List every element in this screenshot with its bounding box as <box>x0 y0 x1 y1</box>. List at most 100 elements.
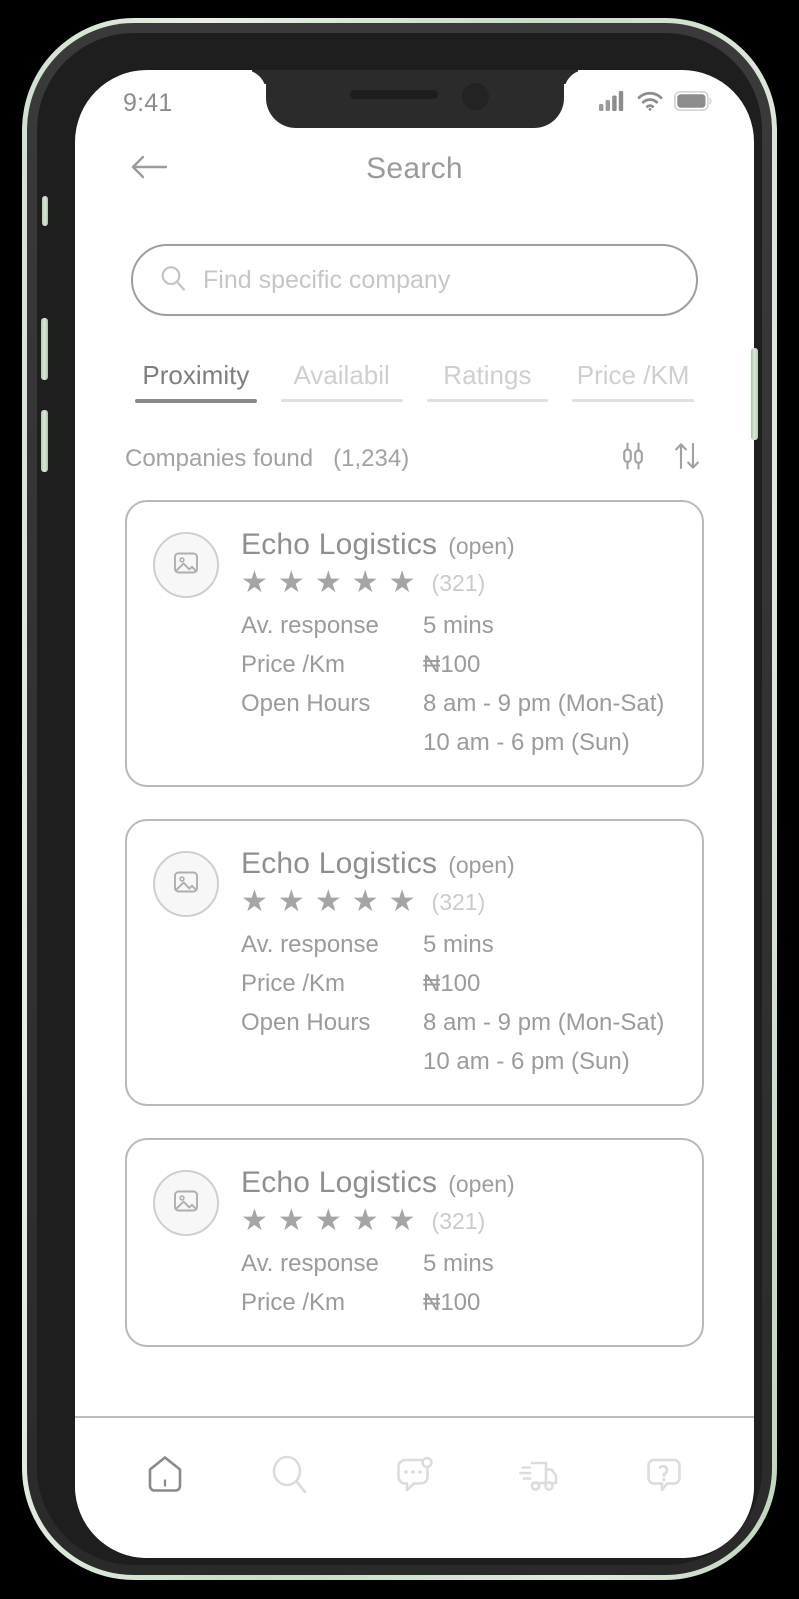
nav-item-search[interactable] <box>255 1442 325 1512</box>
results-actions <box>618 441 702 476</box>
results-summary-row: Companies found (1,234) <box>75 413 754 476</box>
spec-row: Av. response 5 mins <box>241 931 672 959</box>
company-card[interactable]: Echo Logistics (open) ★ ★ ★ ★ ★ (321) Av… <box>125 1138 704 1347</box>
rating-count: (321) <box>431 888 486 915</box>
company-card[interactable]: Echo Logistics (open) ★ ★ ★ ★ ★ (321) Av… <box>125 819 704 1106</box>
spec-value: 5 mins <box>423 931 494 958</box>
spec-value: 8 am - 9 pm (Mon-Sat) <box>423 1009 665 1036</box>
tab-underline <box>426 399 549 402</box>
tab-underline <box>135 399 257 403</box>
results-count-text: Companies found (1,234) <box>125 445 409 473</box>
card-body: Echo Logistics (open) ★ ★ ★ ★ ★ (321) Av… <box>241 1166 672 1317</box>
status-badge: (open) <box>448 852 515 878</box>
tab-ratings-label: Ratings <box>443 360 532 390</box>
company-name: Echo Logistics <box>241 1166 438 1199</box>
spec-row: Open Hours 8 am - 9 pm (Mon-Sat) <box>241 690 672 718</box>
rating-count: (321) <box>431 1207 486 1234</box>
results-found-count: (1,234) <box>333 444 410 472</box>
spec-label: Open Hours <box>241 1009 371 1036</box>
star-icon: ★ <box>314 885 342 918</box>
star-icon: ★ <box>388 1204 416 1237</box>
spec-label: Price /Km <box>241 651 346 678</box>
spec-value: ₦100 <box>423 970 481 997</box>
star-icon: ★ <box>388 885 416 918</box>
avatar <box>153 851 219 917</box>
company-title-row: Echo Logistics (open) <box>241 528 672 562</box>
front-camera <box>461 83 489 110</box>
delivery-truck-icon <box>516 1452 562 1503</box>
company-name: Echo Logistics <box>241 528 438 561</box>
spec-value: ₦100 <box>423 651 481 678</box>
star-icon: ★ <box>351 566 379 599</box>
search-bar[interactable] <box>131 244 698 316</box>
spec-label: Av. response <box>241 1250 379 1277</box>
volume-down-button[interactable] <box>41 410 48 472</box>
nav-item-help[interactable] <box>629 1442 699 1512</box>
rating-row: ★ ★ ★ ★ ★ (321) <box>241 887 672 917</box>
tab-underline <box>280 399 403 402</box>
tab-price-per-km[interactable]: Price /KM <box>560 360 706 413</box>
filter-tabs: Proximity Availabil Ratings Price /KM <box>75 316 754 413</box>
phone-bezel: 9:41 Search Find specific company Proxim… <box>37 33 762 1565</box>
card-header: Echo Logistics (open) ★ ★ ★ ★ ★ (321) Av… <box>153 1166 672 1317</box>
mute-switch[interactable] <box>42 196 48 226</box>
status-badge: (open) <box>448 1171 515 1197</box>
spec-value: 5 mins <box>423 1250 494 1277</box>
company-name: Echo Logistics <box>241 847 438 880</box>
tab-ratings[interactable]: Ratings <box>415 360 561 413</box>
spec-label: Price /Km <box>241 1289 346 1316</box>
avatar <box>153 1170 219 1236</box>
card-body: Echo Logistics (open) ★ ★ ★ ★ ★ (321) Av… <box>241 847 672 1076</box>
spec-row: Open Hours 8 am - 9 pm (Mon-Sat) <box>241 1009 672 1037</box>
rating-count: (321) <box>431 569 486 596</box>
star-icon: ★ <box>314 566 342 599</box>
rating-row: ★ ★ ★ ★ ★ (321) <box>241 568 672 598</box>
company-title-row: Echo Logistics (open) <box>241 847 672 881</box>
image-placeholder-icon <box>171 867 201 902</box>
earpiece-speaker <box>349 90 438 99</box>
phone-frame: 9:41 Search Find specific company Proxim… <box>22 18 777 1580</box>
star-icon: ★ <box>241 566 268 599</box>
tab-underline <box>572 399 694 402</box>
search-icon <box>267 1452 313 1503</box>
spec-row: Av. response 5 mins <box>241 1250 672 1278</box>
power-button[interactable] <box>751 348 758 440</box>
tab-availability[interactable]: Availabil <box>269 360 415 413</box>
tab-proximity[interactable]: Proximity <box>123 360 269 413</box>
star-icon: ★ <box>388 566 416 599</box>
nav-item-chat[interactable] <box>379 1442 449 1512</box>
sort-button[interactable] <box>672 441 702 476</box>
search-section <box>75 206 754 316</box>
filter-button[interactable] <box>618 441 648 476</box>
star-icon: ★ <box>277 1204 305 1237</box>
tab-availability-label: Availabil <box>293 360 390 390</box>
spec-row: Price /Km ₦100 <box>241 651 672 679</box>
star-icon: ★ <box>241 885 268 918</box>
nav-item-home[interactable] <box>130 1442 200 1512</box>
phone-body: 9:41 Search Find specific company Proxim… <box>27 23 772 1575</box>
screenshot-stage: 9:41 Search Find specific company Proxim… <box>0 0 799 1599</box>
spec-row: Price /Km ₦100 <box>241 970 672 998</box>
star-icon: ★ <box>241 1204 268 1237</box>
cellular-signal-icon <box>599 90 626 116</box>
image-placeholder-icon <box>171 1186 201 1221</box>
star-icon: ★ <box>351 1204 379 1237</box>
spec-label: Open Hours <box>241 690 371 717</box>
back-button[interactable] <box>127 147 171 191</box>
nav-item-deliveries[interactable] <box>504 1442 574 1512</box>
company-list: Echo Logistics (open) ★ ★ ★ ★ ★ (321) Av… <box>75 476 754 1347</box>
page-title: Search <box>366 152 463 185</box>
scroll-content[interactable]: Proximity Availabil Ratings <box>75 206 754 1416</box>
chat-bubble-icon <box>391 1452 437 1503</box>
card-body: Echo Logistics (open) ★ ★ ★ ★ ★ (321) Av… <box>241 528 672 757</box>
search-input[interactable] <box>203 265 670 295</box>
phone-screen: 9:41 Search Find specific company Proxim… <box>75 70 754 1558</box>
spec-value: 10 am - 6 pm (Sun) <box>423 1048 630 1075</box>
search-icon <box>159 264 187 297</box>
tab-price-per-km-label: Price /KM <box>576 360 690 390</box>
sort-arrows-icon <box>672 441 702 476</box>
company-card[interactable]: Echo Logistics (open) ★ ★ ★ ★ ★ (321) Av… <box>125 500 704 787</box>
image-placeholder-icon <box>171 548 201 583</box>
sliders-filter-icon <box>618 441 648 476</box>
volume-up-button[interactable] <box>41 318 48 380</box>
